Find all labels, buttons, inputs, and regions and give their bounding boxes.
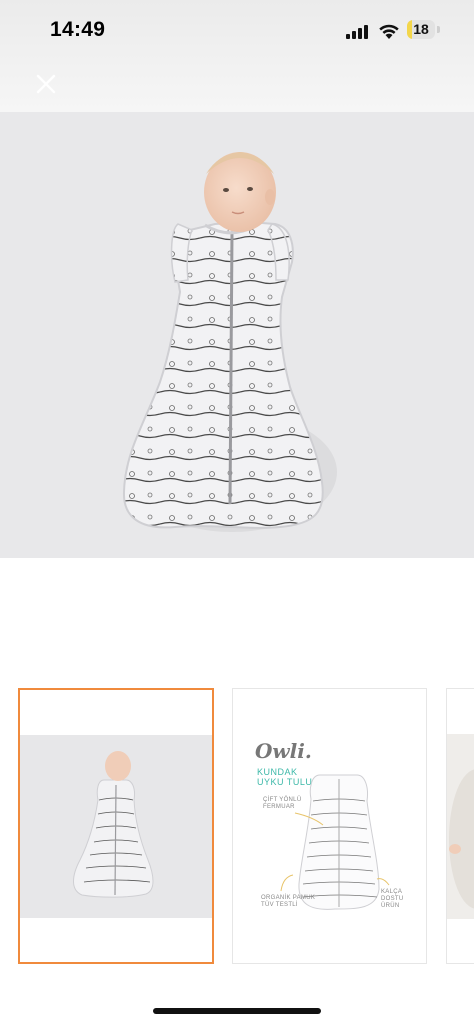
status-bar: 14:49 18 bbox=[0, 0, 474, 60]
battery-icon: 18 bbox=[407, 20, 443, 40]
thumbnail-partial-photo bbox=[447, 734, 474, 919]
cellular-signal-icon bbox=[346, 25, 368, 39]
main-product-image[interactable] bbox=[0, 112, 474, 558]
thumbnail-2[interactable]: Owli. KUNDAK UYKU TULUMU ÇİFT YÖNLÜ FERM… bbox=[232, 688, 427, 964]
wifi-icon bbox=[379, 24, 399, 39]
thumbnail-3[interactable] bbox=[446, 688, 474, 964]
baby-swaddle-photo bbox=[0, 112, 474, 558]
thumbnail-strip: Owli. KUNDAK UYKU TULUMU ÇİFT YÖNLÜ FERM… bbox=[0, 688, 474, 966]
thumbnail-1[interactable] bbox=[18, 688, 214, 964]
annotation-arrows bbox=[280, 812, 390, 892]
close-button[interactable] bbox=[30, 68, 62, 100]
thumbnail-baby-photo bbox=[20, 735, 212, 918]
close-icon bbox=[36, 74, 56, 94]
home-indicator[interactable] bbox=[153, 1008, 321, 1014]
status-time: 14:49 bbox=[50, 18, 106, 41]
battery-percentage: 18 bbox=[413, 21, 429, 37]
